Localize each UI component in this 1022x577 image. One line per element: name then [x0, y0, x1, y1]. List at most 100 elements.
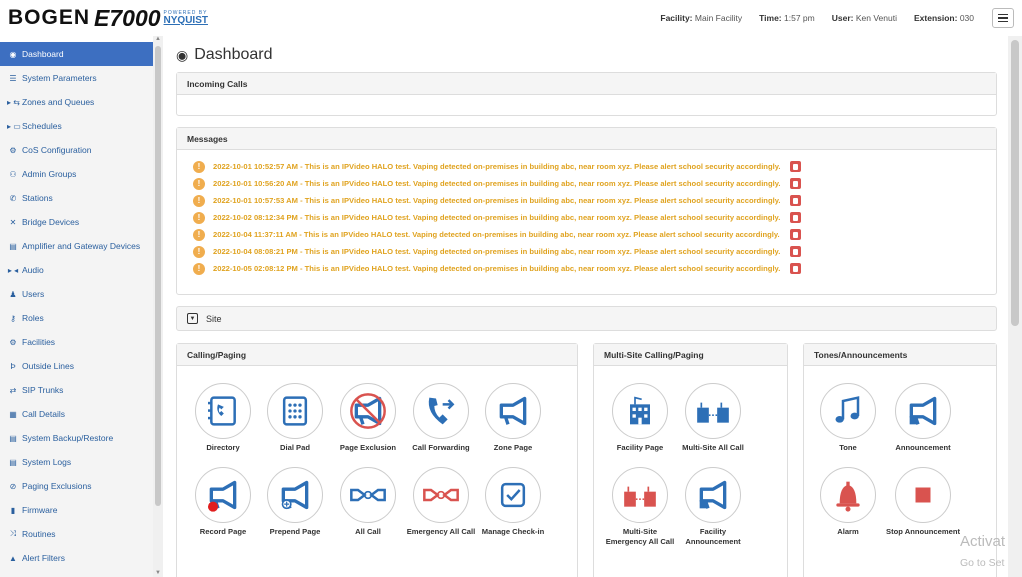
sidebar-item-schedules[interactable]: ▸ ▭ Schedules	[0, 114, 153, 138]
main-content: ◉ Dashboard Incoming Calls Messages ! 202…	[168, 36, 1006, 577]
page-exclusion-icon[interactable]	[340, 383, 396, 439]
sidebar-item-roles[interactable]: ⚷ Roles	[0, 306, 153, 330]
facility-page-icon[interactable]	[612, 383, 668, 439]
sidebar-item-alert-filters[interactable]: ▲ Alert Filters	[0, 546, 153, 570]
scroll-down-icon[interactable]: ▼	[155, 570, 161, 576]
tile-label: Tone	[839, 443, 857, 452]
sidebar-item-system-parameters[interactable]: ☰ System Parameters	[0, 66, 153, 90]
sidebar-item-system-logs[interactable]: ▤ System Logs	[0, 450, 153, 474]
manage-check-in-icon[interactable]	[485, 467, 541, 523]
sidebar-item-dashboard[interactable]: ◉ Dashboard	[0, 42, 153, 66]
tile-multi-site-all-call[interactable]: Multi-Site All Call	[675, 383, 751, 453]
key-icon: ⚷	[10, 313, 16, 323]
windows-activation-subtext: Go to Set	[960, 557, 1005, 569]
announcement-icon[interactable]	[895, 383, 951, 439]
collapse-icon[interactable]: ▼	[187, 313, 198, 324]
message-text: 2022-10-04 11:37:11 AM - This is an IPVi…	[213, 230, 780, 239]
hamburger-icon[interactable]	[992, 8, 1014, 28]
prepend-page-icon[interactable]	[267, 467, 323, 523]
backup-icon: ▤	[9, 433, 17, 443]
record-page-icon[interactable]	[195, 467, 251, 523]
sidebar-item-firmware[interactable]: ▮ Firmware	[0, 498, 153, 522]
multi-site-all-call-icon[interactable]	[685, 383, 741, 439]
sidebar-item-audio[interactable]: ▸ ◂ Audio	[0, 258, 153, 282]
tile-tone[interactable]: Tone	[810, 383, 886, 453]
tile-manage-check-in[interactable]: Manage Check-in	[475, 467, 551, 537]
tone-icon[interactable]	[820, 383, 876, 439]
tile-label: Facility Announcement	[685, 527, 741, 547]
tile-dial-pad[interactable]: Dial Pad	[257, 383, 333, 453]
calling-paging-title: Calling/Paging	[177, 344, 577, 366]
tile-announcement[interactable]: Announcement	[885, 383, 961, 453]
delete-icon[interactable]	[790, 161, 802, 172]
sidebar-item-sip-trunks[interactable]: ⇄ SIP Trunks	[0, 378, 153, 402]
tile-call-forwarding[interactable]: Call Forwarding	[403, 383, 479, 453]
page-scrollbar[interactable]	[1008, 36, 1022, 577]
sidebar-item-stations[interactable]: ✆ Stations	[0, 186, 153, 210]
sidebar-item-paging-exclusions[interactable]: ⊘ Paging Exclusions	[0, 474, 153, 498]
random-icon: ⤨	[9, 529, 17, 538]
delete-icon[interactable]	[790, 246, 802, 257]
delete-icon[interactable]	[790, 263, 802, 274]
delete-icon[interactable]	[790, 212, 802, 223]
delete-icon[interactable]	[790, 178, 802, 189]
exchange-icon: ⇄	[9, 385, 17, 395]
sidebar-item-routines[interactable]: ⤨ Routines	[0, 522, 153, 546]
sidebar-item-system-backup-restore[interactable]: ▤ System Backup/Restore	[0, 426, 153, 450]
sidebar-item-label: Alert Filters	[22, 553, 65, 563]
sidebar-item-call-details[interactable]: ▦ Call Details	[0, 402, 153, 426]
scroll-up-icon[interactable]: ▲	[155, 36, 161, 42]
file-icon: ▤	[9, 457, 17, 467]
sidebar-item-label: Routines	[22, 529, 56, 539]
bogen-logo[interactable]: BOGEN E7000 POWERED BY NYQUIST	[8, 5, 208, 32]
sidebar-item-amplifier-and-gateway-devices[interactable]: ▤ Amplifier and Gateway Devices	[0, 234, 153, 258]
tile-label: All Call	[355, 527, 381, 536]
delete-icon[interactable]	[789, 229, 801, 240]
tile-stop-announcement[interactable]: Stop Announcement	[885, 467, 961, 537]
sidebar-item-bridge-devices[interactable]: ✕ Bridge Devices	[0, 210, 153, 234]
alarm-icon[interactable]	[820, 467, 876, 523]
sidebar-item-label: Stations	[22, 193, 53, 203]
windows-activation-watermark: Activat	[960, 533, 1006, 550]
dial-pad-icon[interactable]	[267, 383, 323, 439]
tile-directory[interactable]: Directory	[185, 383, 261, 453]
tile-label: Facility Page	[616, 443, 664, 452]
page-scroll-thumb[interactable]	[1011, 40, 1019, 326]
sidebar-scroll-thumb[interactable]	[155, 46, 161, 506]
zone-page-icon[interactable]	[485, 383, 541, 439]
tile-all-call[interactable]: All Call	[330, 467, 406, 537]
emergency-all-call-icon[interactable]	[413, 467, 469, 523]
sidebar-item-label: Call Details	[22, 409, 65, 419]
tile-emergency-all-call[interactable]: Emergency All Call	[403, 467, 479, 537]
tile-zone-page[interactable]: Zone Page	[475, 383, 551, 453]
tile-facility-announcement[interactable]: Facility Announcement	[675, 467, 751, 548]
tile-alarm[interactable]: Alarm	[810, 467, 886, 537]
sidebar: ◉ Dashboard ☰ System Parameters ▸ ⇆ Zones and…	[0, 42, 153, 577]
delete-icon[interactable]	[790, 195, 802, 206]
stop-announcement-icon[interactable]	[895, 467, 951, 523]
tile-prepend-page[interactable]: Prepend Page	[257, 467, 333, 537]
directory-icon[interactable]	[195, 383, 251, 439]
message-text: 2022-10-02 08:12:34 PM - This is an IPVi…	[213, 213, 781, 222]
tile-record-page[interactable]: Record Page	[185, 467, 261, 537]
multi-site-emergency-all-call-icon[interactable]	[612, 467, 668, 523]
warning-icon: !	[193, 177, 205, 190]
sidebar-item-label: Audio	[22, 265, 44, 275]
facility-announcement-icon[interactable]	[685, 467, 741, 523]
sidebar-item-outside-lines[interactable]: Þ Outside Lines	[0, 354, 153, 378]
call-forwarding-icon[interactable]	[413, 383, 469, 439]
tile-multi-site-emergency-all-call[interactable]: Multi-Site Emergency All Call	[602, 467, 678, 548]
sidebar-item-users[interactable]: ♟ Users	[0, 282, 153, 306]
sidebar-item-cos-configuration[interactable]: ⚙ CoS Configuration	[0, 138, 153, 162]
sidebar-item-facilities[interactable]: ⚙ Facilities	[0, 330, 153, 354]
sidebar-item-label: Amplifier and Gateway Devices	[22, 241, 141, 251]
sidebar-scrollbar[interactable]: ▲ ▼	[153, 36, 163, 577]
sidebar-item-admin-groups[interactable]: ⚇ Admin Groups	[0, 162, 153, 186]
sidebar-item-zones-and-queues[interactable]: ▸ ⇆ Zones and Queues	[0, 90, 153, 114]
multi-site-title: Multi-Site Calling/Paging	[594, 344, 787, 366]
tile-page-exclusion[interactable]: Page Exclusion	[330, 383, 406, 453]
site-toggle[interactable]: ▼ Site	[176, 306, 997, 331]
all-call-icon[interactable]	[340, 467, 396, 523]
message-row: ! 2022-10-04 11:37:11 AM - This is an IPV…	[177, 226, 996, 243]
tile-facility-page[interactable]: Facility Page	[602, 383, 678, 453]
